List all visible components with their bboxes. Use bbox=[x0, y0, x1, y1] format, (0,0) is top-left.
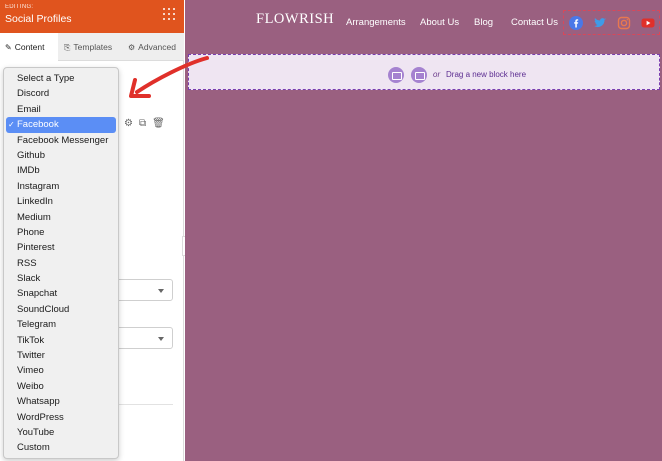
dropdown-option[interactable]: Pinterest bbox=[4, 240, 118, 255]
dropdown-option[interactable]: Slack bbox=[4, 271, 118, 286]
dropdown-option[interactable]: ✓ Facebook bbox=[6, 117, 116, 133]
dropdown-option[interactable]: Phone bbox=[4, 225, 118, 240]
dropdown-option-label: Slack bbox=[17, 273, 41, 285]
panel-header: EDITING: Social Profiles bbox=[0, 0, 184, 33]
dropdown-option[interactable]: Github bbox=[4, 148, 118, 163]
dropdown-option-label: Facebook bbox=[17, 119, 59, 131]
dropdown-option-label: SoundCloud bbox=[17, 303, 70, 315]
dropdown-option[interactable]: SoundCloud bbox=[4, 302, 118, 317]
dropdown-option[interactable]: IMDb bbox=[4, 163, 118, 178]
dropdown-option[interactable]: Vimeo bbox=[4, 363, 118, 378]
dropdown-option-label: IMDb bbox=[17, 165, 40, 177]
nav-about-us[interactable]: About Us bbox=[420, 17, 459, 28]
tab-content[interactable]: ✎ Content bbox=[0, 33, 58, 61]
dropdown-option-label: Select a Type bbox=[17, 73, 75, 84]
block-dropzone[interactable]: or Drag a new block here bbox=[188, 54, 660, 90]
nav-arrangements[interactable]: Arrangements bbox=[346, 17, 406, 28]
grid-menu-icon[interactable] bbox=[163, 8, 175, 20]
chevron-down-icon bbox=[158, 337, 164, 341]
dropdown-option-label: Medium bbox=[17, 211, 51, 223]
dropdown-option[interactable]: Twitter bbox=[4, 348, 118, 363]
dropdown-option-label: Instagram bbox=[17, 180, 60, 192]
duplicate-icon[interactable]: ⧉ bbox=[139, 118, 146, 129]
annotation-arrow-icon bbox=[129, 56, 209, 98]
dropdown-option-label: Discord bbox=[17, 88, 50, 100]
nav-contact-us[interactable]: Contact Us bbox=[511, 17, 558, 28]
dropdown-option-label: LinkedIn bbox=[17, 196, 53, 208]
dropdown-option[interactable]: Facebook Messenger bbox=[4, 133, 118, 148]
dropdown-option[interactable]: Weibo bbox=[4, 379, 118, 394]
dropdown-option[interactable]: Whatsapp bbox=[4, 394, 118, 409]
panel-title: Social Profiles bbox=[5, 13, 72, 25]
paint-roller-icon: ⎘ bbox=[64, 43, 71, 52]
item-tools: ⚙ ⧉ 🗑 bbox=[124, 118, 171, 129]
dropdown-option-label: Telegram bbox=[17, 319, 57, 331]
dropdown-option-label: Custom bbox=[17, 442, 50, 454]
dropdown-option-label: Email bbox=[17, 103, 41, 115]
youtube-icon[interactable] bbox=[641, 16, 655, 30]
chevron-down-icon bbox=[158, 289, 164, 293]
row-button[interactable] bbox=[411, 67, 427, 83]
twitter-icon[interactable] bbox=[593, 16, 607, 30]
instagram-icon[interactable] bbox=[617, 16, 631, 30]
dropdown-option[interactable]: WordPress bbox=[4, 410, 118, 425]
site-logo[interactable]: FLOWRISH bbox=[256, 11, 334, 28]
dropdown-option-label: Facebook Messenger bbox=[17, 134, 109, 146]
dropdown-option-label: Weibo bbox=[17, 380, 44, 392]
dropdown-option-label: RSS bbox=[17, 257, 37, 269]
dropdown-option[interactable]: YouTube bbox=[4, 425, 118, 440]
page-canvas: FLOWRISH Arrangements About Us Blog Cont… bbox=[185, 0, 662, 461]
trash-icon[interactable]: 🗑 bbox=[152, 118, 165, 129]
dropdown-option-label: WordPress bbox=[17, 411, 64, 423]
dropdown-option-label: YouTube bbox=[17, 426, 55, 438]
dropdown-option[interactable]: RSS bbox=[4, 256, 118, 271]
dropdown-option[interactable]: Telegram bbox=[4, 317, 118, 332]
dropzone-or: or bbox=[433, 70, 441, 79]
facebook-icon[interactable] bbox=[569, 16, 583, 30]
social-type-dropdown[interactable]: Select a Type Discord Email ✓ Facebook Facebo… bbox=[3, 67, 119, 459]
dropdown-option-label: Whatsapp bbox=[17, 396, 60, 408]
social-profiles-block[interactable] bbox=[563, 10, 660, 35]
dropdown-option-label: Phone bbox=[17, 226, 45, 238]
settings-icon[interactable]: ⚙ bbox=[124, 118, 133, 129]
dropzone-text: Drag a new block here bbox=[446, 70, 527, 79]
checkmark-icon: ✓ bbox=[8, 120, 15, 130]
dropdown-option-label: Twitter bbox=[17, 350, 45, 362]
site-header: FLOWRISH Arrangements About Us Blog Cont… bbox=[185, 0, 662, 50]
columns-button[interactable] bbox=[388, 67, 404, 83]
dropdown-option-label: Pinterest bbox=[17, 242, 55, 254]
dropdown-option-label: Snapchat bbox=[17, 288, 58, 300]
dropdown-option-label: Vimeo bbox=[17, 365, 44, 377]
divider bbox=[118, 404, 173, 405]
pencil-icon: ✎ bbox=[5, 43, 12, 52]
dropdown-option[interactable]: LinkedIn bbox=[4, 194, 118, 209]
dropdown-option-label: TikTok bbox=[17, 334, 45, 346]
dropdown-option[interactable]: Medium bbox=[4, 210, 118, 225]
dropdown-option[interactable]: Instagram bbox=[4, 179, 118, 194]
editing-label: EDITING: bbox=[5, 4, 34, 10]
dropdown-option[interactable]: Snapchat bbox=[4, 286, 118, 301]
dropdown-option[interactable]: TikTok bbox=[4, 333, 118, 348]
tab-content-label: Content bbox=[14, 42, 45, 52]
nav-blog[interactable]: Blog bbox=[474, 17, 493, 28]
dropdown-option[interactable]: Custom bbox=[4, 440, 118, 455]
dropdown-option-label: Github bbox=[17, 149, 45, 161]
